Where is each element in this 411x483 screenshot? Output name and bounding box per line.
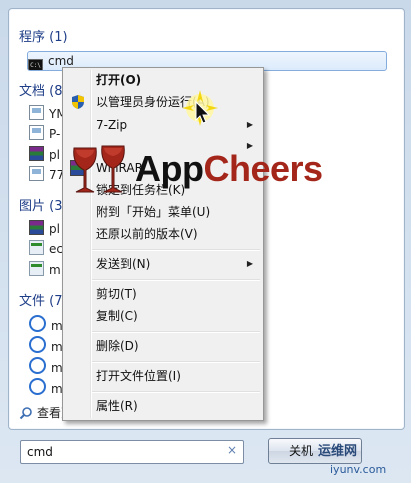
brand-part-app: App <box>135 148 204 189</box>
menu-item-properties[interactable]: 属性(R) <box>65 396 261 416</box>
internet-explorer-icon <box>29 315 46 332</box>
result-label: P- <box>49 127 61 141</box>
internet-explorer-icon <box>29 378 46 395</box>
menu-item-label: 还原以前的版本(V) <box>96 227 198 241</box>
clear-search-icon[interactable]: × <box>227 443 237 457</box>
menu-item-restore-versions[interactable]: 还原以前的版本(V) <box>65 224 261 244</box>
context-menu: 打开(O) 以管理员身份运行(A) 7-Zip ▶ ▶ WinRAR 锁定到任务栏… <box>62 67 264 421</box>
menu-item-open[interactable]: 打开(O) <box>65 70 261 90</box>
wine-glasses-logo-icon <box>73 145 125 193</box>
result-label: cmd <box>48 54 74 68</box>
menu-item-run-as-admin[interactable]: 以管理员身份运行(A) <box>65 92 261 112</box>
executable-icon <box>29 261 44 276</box>
result-item-file[interactable]: m <box>29 357 63 375</box>
search-input[interactable] <box>25 443 219 461</box>
menu-item-label: 复制(C) <box>96 309 138 323</box>
mouse-cursor-icon <box>182 90 218 126</box>
section-title-pictures[interactable]: 图片 (3 <box>19 195 62 214</box>
document-icon <box>29 105 44 120</box>
menu-item-label: 剪切(T) <box>96 287 137 301</box>
menu-item-send-to[interactable]: 发送到(N) ▶ <box>65 254 261 274</box>
cmd-icon: C:\ <box>28 59 43 70</box>
watermark-url: iyunv.com <box>330 463 387 476</box>
winrar-archive-icon <box>29 146 44 161</box>
menu-item-label: 附到「开始」菜单(U) <box>96 205 211 219</box>
menu-item-label: 发送到(N) <box>96 257 151 271</box>
result-item-picture[interactable]: m <box>29 261 61 279</box>
menu-item-cut[interactable]: 剪切(T) <box>65 284 261 304</box>
result-item-file[interactable]: m <box>29 378 63 396</box>
menu-item-label: 打开(O) <box>96 73 142 87</box>
result-label: m <box>51 361 63 375</box>
submenu-arrow-icon: ▶ <box>246 120 253 129</box>
menu-item-label: 7-Zip <box>96 118 128 132</box>
brand-part-cheers: Cheers <box>203 148 323 189</box>
search-icon <box>19 407 32 420</box>
result-label: pl <box>49 222 60 236</box>
section-title-documents[interactable]: 文档 (8 <box>19 80 62 99</box>
watermark-site: 运维网 <box>318 444 358 459</box>
menu-item-label: 属性(R) <box>96 399 138 413</box>
result-item-picture[interactable]: pl <box>29 220 60 238</box>
menu-item-delete[interactable]: 删除(D) <box>65 336 261 356</box>
search-box[interactable]: × <box>20 440 244 464</box>
result-item-file[interactable]: m <box>29 336 63 354</box>
document-icon <box>29 125 44 140</box>
menu-separator <box>92 279 260 281</box>
result-label: ec <box>49 242 63 256</box>
internet-explorer-icon <box>29 336 46 353</box>
appcheers-watermark: AppCheers <box>135 148 323 190</box>
winrar-archive-icon <box>29 220 44 235</box>
result-label: m <box>49 263 61 277</box>
menu-item-open-file-location[interactable]: 打开文件位置(I) <box>65 366 261 386</box>
menu-separator <box>92 249 260 251</box>
menu-separator <box>92 331 260 333</box>
internet-explorer-icon <box>29 357 46 374</box>
menu-separator <box>92 361 260 363</box>
result-item-file[interactable]: m <box>29 315 63 333</box>
uac-shield-icon <box>72 95 84 109</box>
menu-item-pin-start[interactable]: 附到「开始」菜单(U) <box>65 202 261 222</box>
section-title-files[interactable]: 文件 (7 <box>19 290 62 309</box>
submenu-arrow-icon: ▶ <box>246 259 253 268</box>
menu-separator <box>92 391 260 393</box>
result-item-document[interactable]: pl <box>29 146 60 164</box>
menu-item-label: 删除(D) <box>96 339 139 353</box>
executable-icon <box>29 240 44 255</box>
result-item-document[interactable]: P- <box>29 125 60 143</box>
result-item-document[interactable]: 77 <box>29 166 64 184</box>
result-item-picture[interactable]: ec <box>29 240 63 258</box>
menu-item-7zip[interactable]: 7-Zip ▶ <box>65 115 261 135</box>
section-title-programs[interactable]: 程序 (1) <box>19 26 68 45</box>
result-label: m <box>51 340 63 354</box>
result-label: m <box>51 319 63 333</box>
menu-item-copy[interactable]: 复制(C) <box>65 306 261 326</box>
result-label: pl <box>49 148 60 162</box>
menu-item-label: 打开文件位置(I) <box>96 369 181 383</box>
settings-file-icon <box>29 166 44 181</box>
result-label: m <box>51 382 63 396</box>
